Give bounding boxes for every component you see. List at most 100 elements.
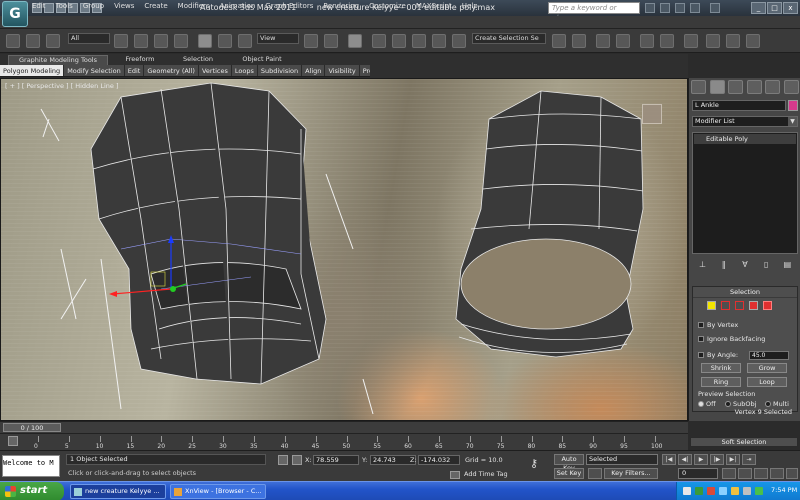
zoom-all-icon[interactable] [738, 468, 752, 479]
vertex-mode-icon[interactable] [707, 301, 716, 310]
shrink-button[interactable]: Shrink [701, 363, 741, 373]
select-by-name-icon[interactable] [134, 34, 148, 48]
security-alert-icon[interactable] [731, 487, 739, 495]
auto-key-button[interactable]: Auto Key [554, 454, 584, 472]
x-coordinate-field[interactable]: 78.559 [313, 455, 359, 465]
unlink-icon[interactable] [26, 34, 40, 48]
percent-snap-icon[interactable] [412, 34, 426, 48]
z-coordinate-field[interactable]: -174.032 [418, 455, 460, 465]
close-button[interactable]: x [783, 2, 798, 14]
ignore-backfacing-checkbox[interactable] [698, 336, 704, 342]
maximize-button[interactable]: □ [767, 2, 782, 14]
edit-named-selection-icon[interactable] [452, 34, 466, 48]
border-mode-icon[interactable] [735, 301, 744, 310]
mirror-icon[interactable] [552, 34, 566, 48]
current-frame-field[interactable]: 0 [678, 468, 718, 479]
curve-editor-icon[interactable] [640, 34, 654, 48]
go-to-end-icon[interactable]: ▶| [726, 454, 740, 465]
panel-modify-selection[interactable]: Modify Selection [64, 65, 125, 76]
keyboard-shortcut-override-icon[interactable] [348, 34, 362, 48]
show-end-result-icon[interactable]: ‖ [719, 260, 728, 270]
app-logo-icon[interactable]: G [2, 1, 28, 27]
layer-manager-icon[interactable] [596, 34, 610, 48]
utilities-tab-icon[interactable] [783, 80, 799, 94]
select-scale-icon[interactable] [238, 34, 252, 48]
preview-subobj-radio[interactable] [725, 401, 731, 407]
selection-filter-dropdown[interactable]: All [68, 33, 110, 44]
polygon-mode-icon[interactable] [749, 301, 758, 310]
by-vertex-row[interactable]: By Vertex [698, 321, 738, 329]
lock-selection-icon[interactable] [278, 455, 288, 465]
menu-rendering[interactable]: Rendering [323, 2, 359, 10]
tab-object-paint[interactable]: Object Paint [230, 55, 294, 65]
panel-geometry-all[interactable]: Geometry (All) [144, 65, 199, 76]
window-crossing-icon[interactable] [174, 34, 188, 48]
ignore-backfacing-row[interactable]: Ignore Backfacing [698, 335, 765, 343]
default-tangents-icon[interactable] [588, 468, 602, 479]
panel-vertices[interactable]: Vertices [199, 65, 232, 76]
perspective-viewport[interactable]: [ + ] [ Perspective ] [ Hidden Line ] [0, 78, 688, 421]
menu-graph-editors[interactable]: Graph Editors [265, 2, 313, 10]
play-icon[interactable]: ▶ [694, 454, 708, 465]
by-angle-checkbox[interactable] [698, 352, 704, 358]
modifier-list-dropdown[interactable]: Modifier List ▼ [692, 116, 798, 127]
ring-button[interactable]: Ring [701, 377, 741, 387]
menu-animation[interactable]: Animation [220, 2, 256, 10]
create-tab-icon[interactable] [691, 80, 706, 94]
update-icon[interactable] [755, 487, 763, 495]
panel-align[interactable]: Align [302, 65, 326, 76]
task-xnview[interactable]: XnView - [Browser - C... [170, 484, 266, 499]
by-vertex-checkbox[interactable] [698, 322, 704, 328]
panel-subdivision[interactable]: Subdivision [258, 65, 303, 76]
key-filters-button[interactable]: Key Filters... [604, 468, 658, 479]
pan-icon[interactable] [770, 468, 784, 479]
reference-coordinate-dropdown[interactable]: View [257, 33, 299, 44]
absolute-mode-icon[interactable] [292, 455, 302, 465]
make-unique-icon[interactable]: ∀ [740, 260, 749, 270]
render-setup-icon[interactable] [706, 34, 720, 48]
network-icon[interactable] [695, 487, 703, 495]
tab-graphite-modeling-tools[interactable]: Graphite Modeling Tools [8, 55, 108, 65]
language-icon[interactable] [683, 487, 691, 495]
select-link-icon[interactable] [6, 34, 20, 48]
search-input[interactable]: Type a keyword or phrase [548, 2, 640, 22]
by-angle-row[interactable]: By Angle: [698, 351, 738, 359]
start-button[interactable]: start [0, 482, 64, 500]
selection-region-icon[interactable] [154, 34, 168, 48]
key-mode-toggle-icon[interactable]: ⇥ [742, 454, 756, 465]
select-rotate-icon[interactable] [218, 34, 232, 48]
menu-create[interactable]: Create [144, 2, 167, 10]
graphite-toggle-icon[interactable] [616, 34, 630, 48]
search-icon[interactable] [645, 3, 655, 13]
preview-multi-radio[interactable] [765, 401, 771, 407]
preview-subobj-option[interactable]: SubObj [725, 400, 756, 408]
object-color-swatch[interactable] [788, 100, 798, 111]
favorites-icon[interactable] [690, 3, 700, 13]
bind-space-warp-icon[interactable] [46, 34, 60, 48]
chevron-down-icon[interactable]: ▼ [788, 117, 797, 126]
schematic-view-icon[interactable] [660, 34, 674, 48]
menu-views[interactable]: Views [114, 2, 134, 10]
render-production-icon[interactable] [746, 34, 760, 48]
menu-group[interactable]: Group [83, 2, 104, 10]
menu-help[interactable]: Help [462, 2, 478, 10]
element-mode-icon[interactable] [763, 301, 772, 310]
selection-rollout-title[interactable]: Selection [693, 288, 797, 298]
select-object-icon[interactable] [114, 34, 128, 48]
tab-selection[interactable]: Selection [170, 55, 226, 65]
preview-multi-option[interactable]: Multi [765, 400, 789, 408]
menu-tools[interactable]: Tools [56, 2, 73, 10]
key-icon[interactable]: ⚷ [530, 457, 546, 471]
antivirus-icon[interactable] [707, 487, 715, 495]
edge-mode-icon[interactable] [721, 301, 730, 310]
select-move-icon[interactable] [198, 34, 212, 48]
panel-loops[interactable]: Loops [232, 65, 258, 76]
ribbon-options-icon[interactable] [300, 55, 316, 65]
select-manipulate-icon[interactable] [324, 34, 338, 48]
volume-icon[interactable] [743, 487, 751, 495]
loop-button[interactable]: Loop [747, 377, 787, 387]
viewport-label[interactable]: [ + ] [ Perspective ] [ Hidden Line ] [5, 82, 119, 90]
next-frame-icon[interactable]: |▶ [710, 454, 724, 465]
soft-selection-rollout[interactable]: Soft Selection [690, 437, 798, 447]
menu-modifiers[interactable]: Modifiers [178, 2, 210, 10]
